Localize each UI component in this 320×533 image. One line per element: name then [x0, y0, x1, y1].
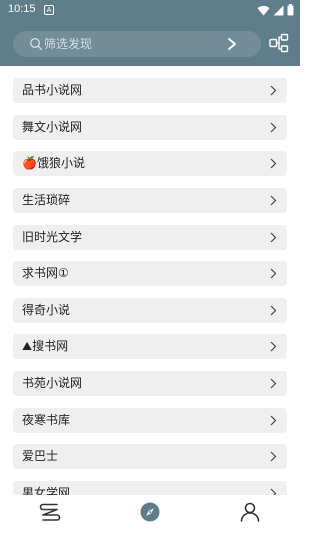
list-item[interactable]: ⛰搜书网	[13, 334, 287, 359]
list-item[interactable]: 生活琐碎	[13, 188, 287, 213]
bookshelf-icon[interactable]	[38, 500, 62, 524]
chevron-right-icon	[270, 232, 277, 243]
list-item-label: 舞文小说网	[22, 120, 83, 134]
list-item[interactable]: 旧时光文学	[13, 225, 287, 250]
chevron-right-icon	[270, 268, 277, 279]
chevron-right-icon	[270, 305, 277, 316]
chevron-right-icon	[270, 341, 277, 352]
chevron-right-icon[interactable]	[226, 37, 238, 51]
chevron-right-icon	[270, 451, 277, 462]
compass-icon[interactable]	[138, 500, 162, 524]
list-item-label: 得奇小说	[22, 303, 71, 317]
wifi-icon	[257, 5, 270, 16]
status-time: 10:15	[8, 3, 36, 15]
list-item-label: ⛰搜书网	[22, 339, 69, 353]
app-header: 10:15 A 筛选发现	[0, 0, 300, 66]
chevron-right-icon	[270, 158, 277, 169]
list-item[interactable]: 得奇小说	[13, 298, 287, 323]
flowchart-icon[interactable]	[269, 33, 289, 53]
list-item-label: 书苑小说网	[22, 376, 83, 390]
chevron-right-icon	[270, 85, 277, 96]
source-list: 品书小说网 舞文小说网 🍎饿狼小说 生活琐碎 旧时光文学 求书网① 得奇小说 ⛰…	[0, 66, 300, 495]
list-item-label: 夜寒书库	[22, 413, 71, 427]
cellular-signal-icon	[273, 5, 284, 15]
status-bar: 10:15 A	[0, 0, 300, 20]
chevron-right-icon	[270, 415, 277, 426]
list-item-label: 品书小说网	[22, 83, 83, 97]
person-icon[interactable]	[238, 500, 262, 524]
list-item[interactable]: 舞文小说网	[13, 115, 287, 140]
chevron-right-icon	[270, 122, 277, 133]
list-item[interactable]: 品书小说网	[13, 78, 287, 103]
list-item[interactable]: 🍎饿狼小说	[13, 151, 287, 176]
list-item[interactable]: 书苑小说网	[13, 371, 287, 396]
chevron-right-icon	[270, 488, 277, 495]
chevron-right-icon	[270, 378, 277, 389]
list-item-label: 旧时光文学	[22, 230, 83, 244]
list-item-label: 🍎饿狼小说	[22, 156, 85, 170]
list-item[interactable]: 夜寒书库	[13, 408, 287, 433]
list-item-label: 生活琐碎	[22, 193, 71, 207]
bottom-navigation	[0, 495, 300, 533]
search-placeholder: 筛选发现	[44, 37, 93, 51]
list-item-label: 男女学网	[22, 486, 71, 495]
list-item-label: 求书网①	[22, 266, 69, 280]
status-icons	[257, 4, 294, 16]
search-input[interactable]: 筛选发现	[13, 31, 261, 57]
battery-icon	[287, 4, 294, 16]
list-item[interactable]: 求书网①	[13, 261, 287, 286]
list-item-label: 爱巴士	[22, 449, 59, 463]
list-item[interactable]: 男女学网	[13, 481, 287, 495]
chevron-right-icon	[270, 195, 277, 206]
search-icon	[30, 38, 43, 51]
list-item[interactable]: 爱巴士	[13, 444, 287, 469]
app-notification-icon: A	[44, 5, 54, 15]
